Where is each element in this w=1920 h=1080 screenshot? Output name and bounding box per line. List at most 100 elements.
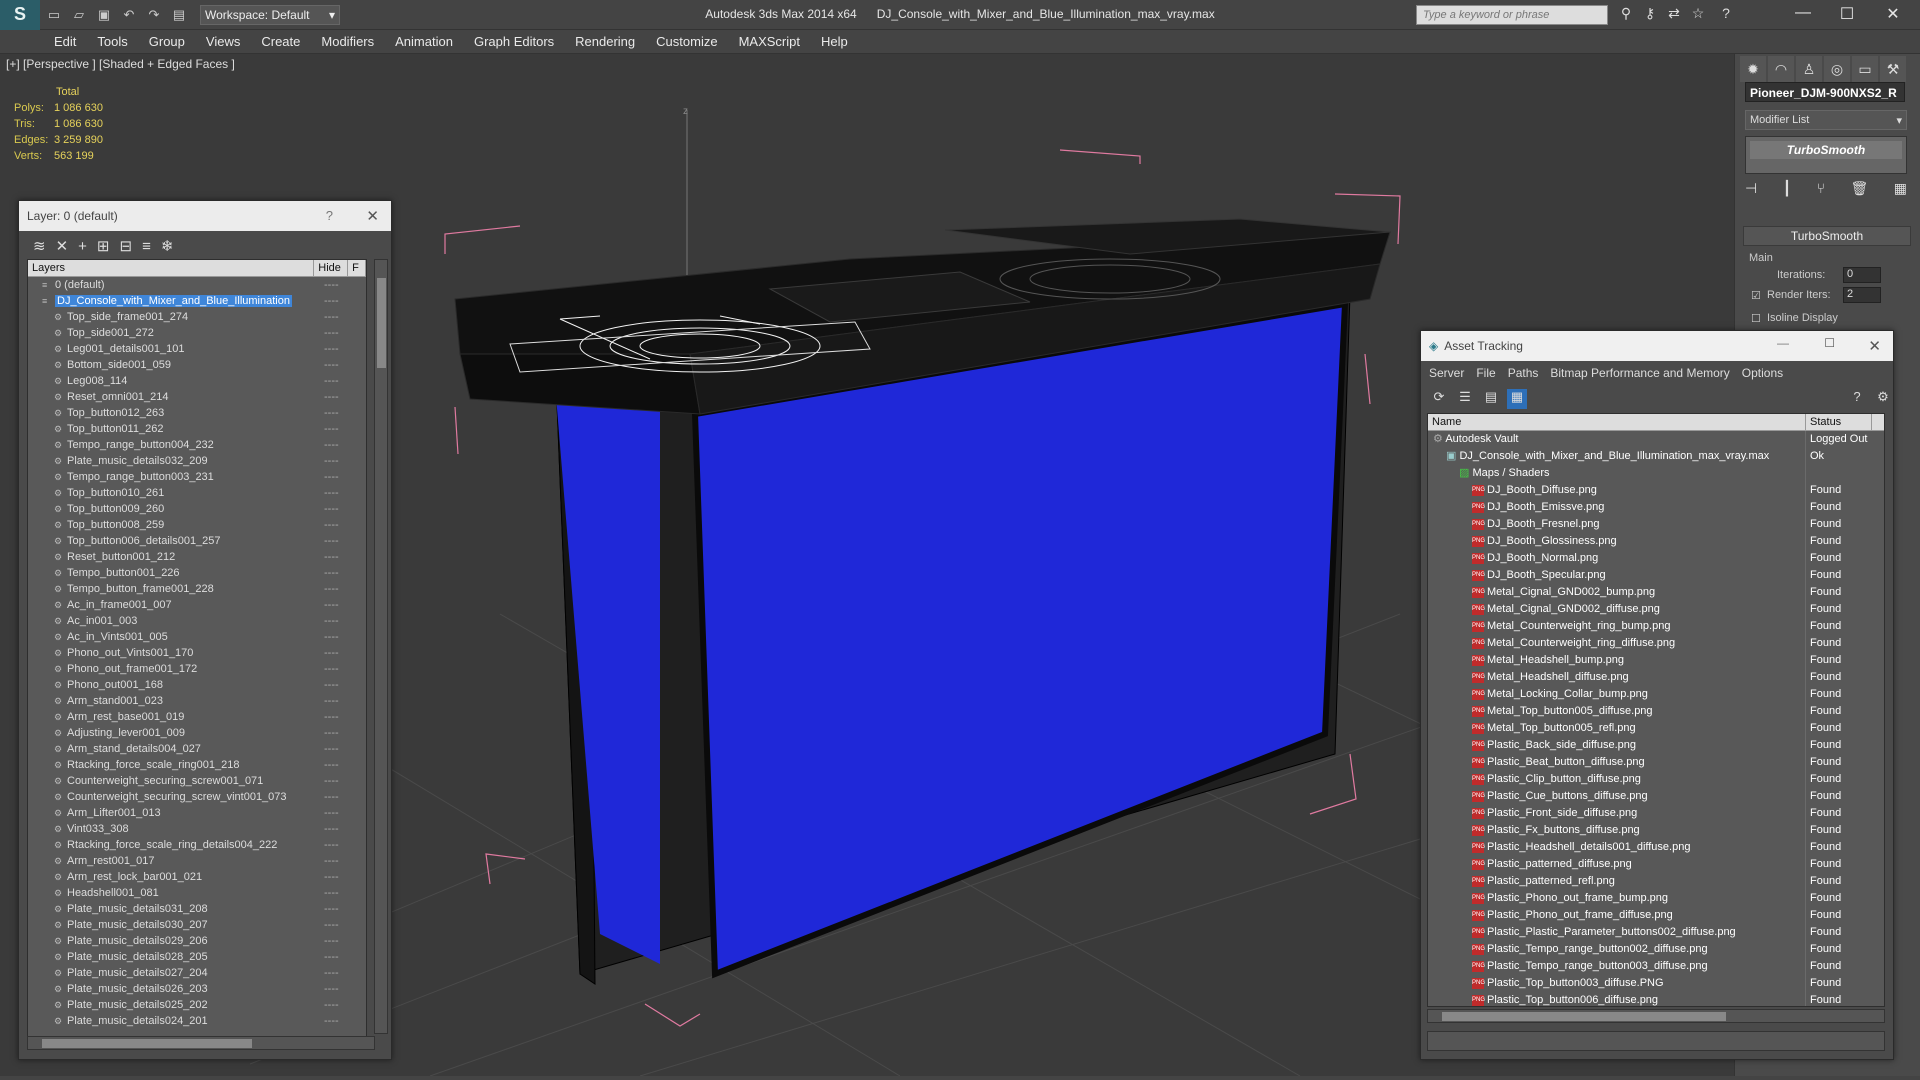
- menu-rendering[interactable]: Rendering: [575, 34, 635, 49]
- asset-row[interactable]: PNG Plastic_Front_side_diffuse.png Found: [1428, 805, 1884, 822]
- object-name-field[interactable]: Pioneer_DJM-900NXS2_R: [1745, 82, 1905, 102]
- star-icon[interactable]: ☆: [1688, 5, 1708, 25]
- minimize-icon[interactable]: —: [1786, 4, 1820, 26]
- menu-group[interactable]: Group: [149, 34, 185, 49]
- isoline-checkbox[interactable]: ☐: [1751, 312, 1761, 325]
- new-file-icon[interactable]: ▭: [43, 5, 65, 25]
- layer-row[interactable]: ⚙ Plate_music_details031_208 ----: [28, 901, 366, 917]
- layer-row[interactable]: ⚙ Top_button008_259 ----: [28, 517, 366, 533]
- show-end-result-icon[interactable]: ┃: [1783, 180, 1791, 202]
- asset-row[interactable]: PNG Metal_Locking_Collar_bump.png Found: [1428, 686, 1884, 703]
- key-icon[interactable]: ⚷: [1640, 5, 1660, 25]
- hide-toggle[interactable]: ----: [324, 549, 339, 565]
- scroll-thumb[interactable]: [1442, 1012, 1726, 1021]
- select-objects-icon[interactable]: ⊞: [97, 237, 110, 255]
- layer-row[interactable]: ⚙ Ac_in_Vints001_005 ----: [28, 629, 366, 645]
- layer-row[interactable]: ⚙ Reset_omni001_214 ----: [28, 389, 366, 405]
- layer-vscrollbar[interactable]: [374, 259, 388, 1034]
- layer-row[interactable]: ⚙ Plate_music_details025_202 ----: [28, 997, 366, 1013]
- binoculars-icon[interactable]: ⚲: [1616, 5, 1636, 25]
- hide-toggle[interactable]: ----: [324, 757, 339, 773]
- layer-row[interactable]: ⚙ Rtacking_force_scale_ring001_218 ----: [28, 757, 366, 773]
- layer-row[interactable]: ⚙ Reset_button001_212 ----: [28, 549, 366, 565]
- layer-row[interactable]: ⚙ Plate_music_details026_203 ----: [28, 981, 366, 997]
- save-icon[interactable]: ▣: [93, 5, 115, 25]
- layer-row[interactable]: ⚙ Tempo_range_button004_232 ----: [28, 437, 366, 453]
- layer-window-header[interactable]: Layer: 0 (default) ? ✕: [19, 201, 391, 231]
- layer-row[interactable]: ⚙ Plate_music_details029_206 ----: [28, 933, 366, 949]
- asset-path-field[interactable]: [1427, 1031, 1885, 1051]
- layer-row[interactable]: ⚙ Vint033_308 ----: [28, 821, 366, 837]
- hide-toggle[interactable]: ----: [324, 933, 339, 949]
- col-name[interactable]: Name: [1428, 414, 1806, 430]
- hide-toggle[interactable]: ----: [324, 725, 339, 741]
- asset-row[interactable]: ▣ DJ_Console_with_Mixer_and_Blue_Illumin…: [1428, 448, 1884, 465]
- asset-row[interactable]: PNG Plastic_Phono_out_frame_bump.png Found: [1428, 890, 1884, 907]
- hide-toggle[interactable]: ----: [324, 341, 339, 357]
- maximize-icon[interactable]: ☐: [1824, 336, 1835, 350]
- help-icon[interactable]: ?: [1847, 389, 1867, 409]
- asset-row[interactable]: PNG Metal_Headshell_diffuse.png Found: [1428, 669, 1884, 686]
- layer-hscrollbar[interactable]: [27, 1036, 375, 1050]
- hide-toggle[interactable]: ----: [324, 1013, 339, 1029]
- layer-row[interactable]: ⚙ Ac_in001_003 ----: [28, 613, 366, 629]
- menu-customize[interactable]: Customize: [656, 34, 717, 49]
- minimize-icon[interactable]: —: [1777, 336, 1789, 350]
- hide-toggle[interactable]: ----: [324, 581, 339, 597]
- layer-row[interactable]: ⚙ Phono_out_frame001_172 ----: [28, 661, 366, 677]
- open-file-icon[interactable]: ▱: [68, 5, 90, 25]
- hide-toggle[interactable]: ----: [324, 565, 339, 581]
- menu-edit[interactable]: Edit: [54, 34, 76, 49]
- hide-toggle[interactable]: ----: [324, 325, 339, 341]
- hide-toggle[interactable]: ----: [324, 629, 339, 645]
- asset-row[interactable]: PNG Plastic_Headshell_details001_diffuse.…: [1428, 839, 1884, 856]
- layer-list[interactable]: Layers Hide F ≡ 0 (default) ---- ≡ DJ_Consol…: [27, 259, 367, 1049]
- asset-menu-server[interactable]: Server: [1429, 366, 1464, 380]
- maximize-icon[interactable]: ☐: [1830, 4, 1864, 26]
- hide-toggle[interactable]: ----: [324, 805, 339, 821]
- hide-toggle[interactable]: ----: [324, 869, 339, 885]
- hide-toggle[interactable]: ----: [324, 773, 339, 789]
- layer-row[interactable]: ⚙ Top_button006_details001_257 ----: [28, 533, 366, 549]
- hide-toggle[interactable]: ----: [324, 597, 339, 613]
- asset-row[interactable]: PNG Metal_Top_button005_diffuse.png Found: [1428, 703, 1884, 720]
- create-layer-icon[interactable]: ≋: [33, 237, 46, 255]
- menu-maxscript[interactable]: MAXScript: [739, 34, 800, 49]
- configure-sets-icon[interactable]: ▦: [1894, 180, 1907, 202]
- asset-row[interactable]: PNG Plastic_Phono_out_frame_diffuse.png Fo…: [1428, 907, 1884, 924]
- layer-row[interactable]: ⚙ Counterweight_securing_screw001_071 ----: [28, 773, 366, 789]
- layer-row[interactable]: ⚙ Arm_rest001_017 ----: [28, 853, 366, 869]
- hide-toggle[interactable]: ----: [324, 853, 339, 869]
- asset-row[interactable]: PNG Plastic_Top_button003_diffuse.PNG Foun…: [1428, 975, 1884, 992]
- layer-row[interactable]: ⚙ Plate_music_details027_204 ----: [28, 965, 366, 981]
- layer-row[interactable]: ⚙ Leg001_details001_101 ----: [28, 341, 366, 357]
- asset-row[interactable]: PNG Metal_Headshell_bump.png Found: [1428, 652, 1884, 669]
- layer-row[interactable]: ⚙ Counterweight_securing_screw_vint001_07…: [28, 789, 366, 805]
- hide-toggle[interactable]: ----: [324, 741, 339, 757]
- display-tab-icon[interactable]: ▭: [1852, 56, 1878, 82]
- layer-row[interactable]: ⚙ Plate_music_details028_205 ----: [28, 949, 366, 965]
- layer-row[interactable]: ⚙ Plate_music_details030_207 ----: [28, 917, 366, 933]
- menu-help[interactable]: Help: [821, 34, 848, 49]
- help-icon[interactable]: ?: [326, 208, 333, 223]
- asset-menu-paths[interactable]: Paths: [1508, 366, 1539, 380]
- asset-menu-bitmap[interactable]: Bitmap Performance and Memory: [1550, 366, 1729, 380]
- layer-row[interactable]: ⚙ Bottom_side001_059 ----: [28, 357, 366, 373]
- close-icon[interactable]: ✕: [1868, 337, 1881, 355]
- hide-toggle[interactable]: ----: [324, 309, 339, 325]
- hide-toggle[interactable]: ----: [324, 421, 339, 437]
- select-layer-icon[interactable]: ⊟: [120, 237, 133, 255]
- hide-toggle[interactable]: ----: [324, 965, 339, 981]
- hide-toggle[interactable]: ----: [324, 277, 339, 293]
- hide-toggle[interactable]: ----: [324, 453, 339, 469]
- remove-modifier-icon[interactable]: 🗑: [1851, 180, 1869, 202]
- hide-toggle[interactable]: ----: [324, 533, 339, 549]
- hide-all-icon[interactable]: ≡: [142, 238, 151, 255]
- list-view-icon[interactable]: ☰: [1455, 389, 1475, 409]
- asset-row[interactable]: PNG Metal_Cignal_GND002_bump.png Found: [1428, 584, 1884, 601]
- layer-row[interactable]: ⚙ Headshell001_081 ----: [28, 885, 366, 901]
- help-icon[interactable]: ?: [1716, 5, 1736, 25]
- render-iters-spinner[interactable]: 2: [1843, 287, 1881, 303]
- layer-row[interactable]: ⚙ Arm_stand001_023 ----: [28, 693, 366, 709]
- col-hide[interactable]: Hide: [314, 260, 349, 276]
